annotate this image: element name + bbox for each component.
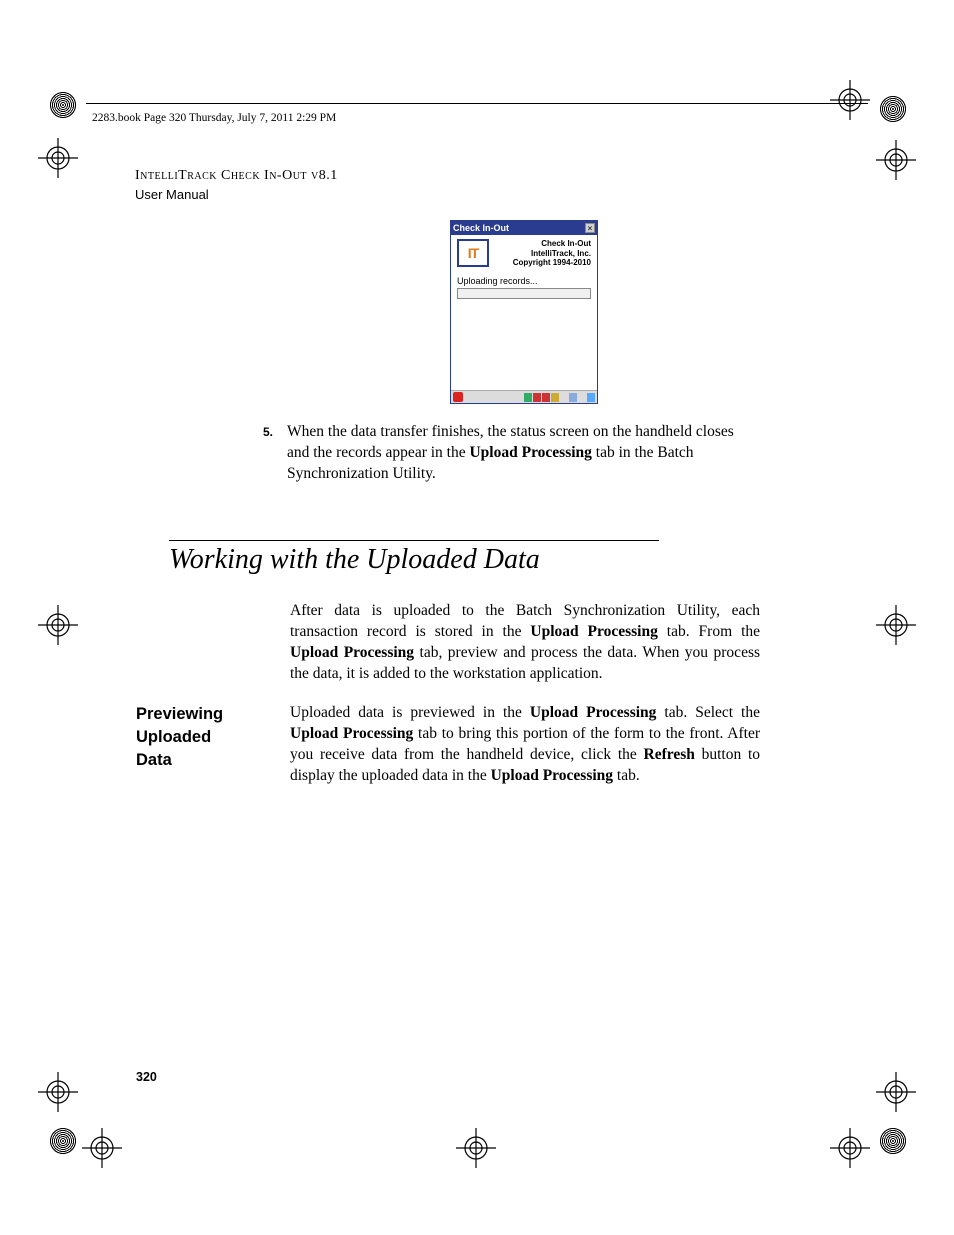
crop-mark-icon: [82, 1128, 122, 1168]
crop-mark-icon: [38, 1072, 78, 1112]
header-rule: [86, 103, 868, 104]
handheld-body: Uploading records...: [451, 272, 597, 303]
crop-mark-icon: [830, 1128, 870, 1168]
tray-icon: [578, 393, 586, 402]
preview-paragraph: Uploaded data is previewed in the Upload…: [290, 703, 760, 787]
rosette-icon: [880, 1128, 906, 1154]
handheld-banner: IT Check In-Out IntelliTrack, Inc. Copyr…: [451, 235, 597, 272]
rosette-icon: [50, 1128, 76, 1154]
step-5: 5. When the data transfer finishes, the …: [287, 422, 759, 485]
step-number: 5.: [263, 424, 273, 440]
handheld-meta-line: Copyright 1994-2010: [493, 258, 591, 268]
subhead-line: Data: [136, 749, 223, 772]
start-icon: [453, 392, 463, 402]
crop-mark-icon: [876, 1072, 916, 1112]
handheld-meta-line: Check In-Out: [493, 239, 591, 249]
running-header: 2283.book Page 320 Thursday, July 7, 201…: [92, 112, 336, 124]
handheld-titlebar: Check In-Out ×: [451, 221, 597, 235]
intro-paragraph: After data is uploaded to the Batch Sync…: [290, 601, 760, 685]
crop-mark-icon: [38, 138, 78, 178]
crop-mark-icon: [876, 140, 916, 180]
tray-icon: [569, 393, 577, 402]
handheld-status: Uploading records...: [457, 276, 591, 286]
crop-mark-icon: [38, 605, 78, 645]
page-number: 320: [136, 1070, 157, 1084]
subhead-line: Previewing: [136, 703, 223, 726]
progress-bar: [457, 288, 591, 299]
rosette-icon: [50, 92, 76, 118]
handheld-title: Check In-Out: [453, 223, 509, 233]
tray-icon: [560, 393, 568, 402]
doc-header: IntelliTrack Check In-Out v8.1 User Manu…: [135, 167, 338, 203]
handheld-window: Check In-Out × IT Check In-Out IntelliTr…: [450, 220, 598, 404]
section-title: Working with the Uploaded Data: [169, 544, 540, 576]
handheld-meta-line: IntelliTrack, Inc.: [493, 249, 591, 259]
subhead-line: Uploaded: [136, 726, 223, 749]
logo-icon: IT: [457, 239, 489, 267]
rosette-icon: [880, 96, 906, 122]
tray-icon: [551, 393, 559, 402]
margin-subhead: Previewing Uploaded Data: [136, 703, 223, 772]
handheld-meta: Check In-Out IntelliTrack, Inc. Copyrigh…: [493, 239, 591, 268]
crop-mark-icon: [876, 605, 916, 645]
close-icon: ×: [585, 223, 595, 233]
tray-icon: [587, 393, 595, 402]
tray-icon: [524, 393, 532, 402]
crop-mark-icon: [830, 80, 870, 120]
doc-title: IntelliTrack Check In-Out v8.1: [135, 167, 338, 186]
doc-subtitle: User Manual: [135, 186, 338, 204]
tray-icon: [542, 393, 550, 402]
crop-mark-icon: [456, 1128, 496, 1168]
tray-icon: [533, 393, 541, 402]
step-text: When the data transfer finishes, the sta…: [287, 423, 734, 482]
section-rule: [169, 540, 659, 541]
handheld-taskbar: [451, 390, 597, 403]
tray-icons: [524, 393, 595, 402]
